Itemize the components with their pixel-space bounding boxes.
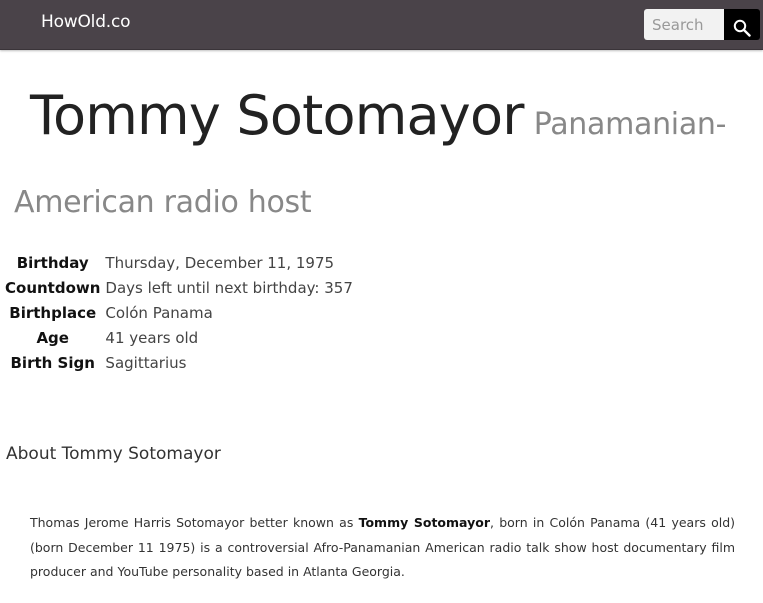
facts-table: Birthday Thursday, December 11, 1975 Cou… [5,250,353,375]
fact-row-birthday: Birthday Thursday, December 11, 1975 [5,250,353,275]
search-input[interactable] [644,9,724,40]
person-name: Tommy Sotomayor [30,84,524,147]
fact-row-age: Age 41 years old [5,325,353,350]
page-title: Tommy Sotomayor Panamanian-American radi… [14,78,734,241]
fact-row-countdown: Countdown Days left until next birthday:… [5,275,353,300]
about-text-name: Tommy Sotomayor [358,515,490,530]
fact-value: Days left until next birthday: 357 [105,278,353,297]
fact-value: Colón Panama [105,303,213,322]
search-icon [724,19,760,37]
about-paragraph: Thomas Jerome Harris Sotomayor better kn… [30,511,735,585]
fact-label: Birthday [16,253,89,272]
search-button[interactable] [724,9,760,40]
fact-row-birthplace: Birthplace Colón Panama [5,300,353,325]
fact-row-birth-sign: Birth Sign Sagittarius [5,350,353,375]
fact-value: Thursday, December 11, 1975 [105,253,335,272]
top-navbar: HowOld.co [0,0,763,50]
fact-value: Sagittarius [105,353,187,372]
fact-label: Birth Sign [10,353,95,372]
brand-link[interactable]: HowOld.co [41,12,131,32]
fact-value: 41 years old [105,328,199,347]
fact-label: Age [36,328,69,347]
about-heading: About Tommy Sotomayor [6,444,221,464]
about-text-intro: Thomas Jerome Harris Sotomayor better kn… [30,515,359,530]
fact-label: Birthplace [9,303,97,322]
fact-label: Countdown [5,278,101,297]
